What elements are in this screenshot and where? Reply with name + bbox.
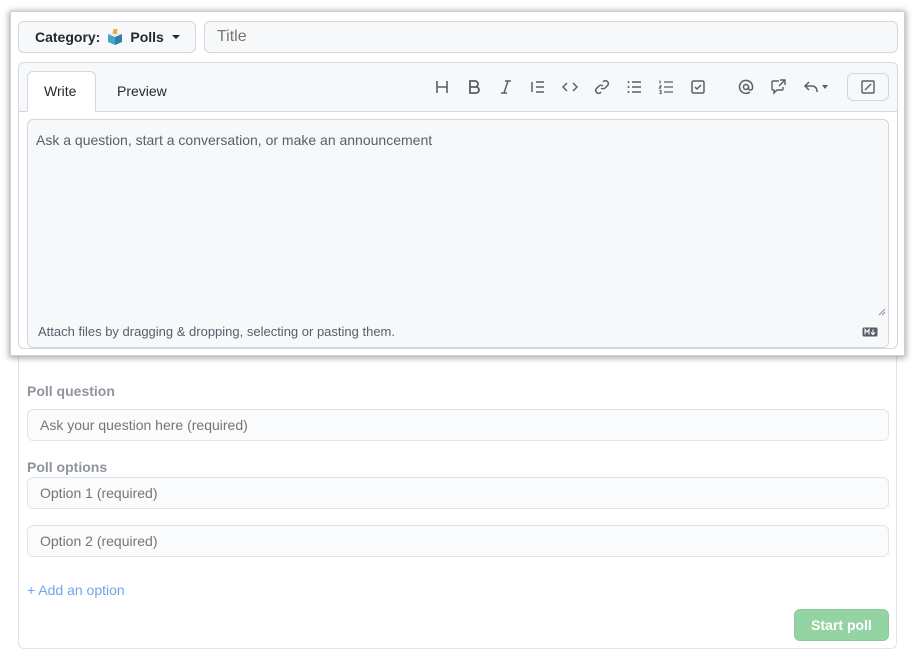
file-attach-bar[interactable]: Attach files by dragging & dropping, sel… [27,318,889,348]
poll-question-input[interactable] [27,409,889,441]
fullscreen-button[interactable] [847,73,889,101]
fullscreen-icon [861,80,875,94]
bold-icon[interactable] [462,75,486,99]
start-poll-button[interactable]: Start poll [794,609,889,641]
body-textarea[interactable]: Ask a question, start a conversation, or… [27,119,889,319]
numbered-list-icon[interactable] [654,75,678,99]
tab-preview[interactable]: Preview [101,71,183,111]
markdown-icon [862,327,878,337]
category-select-button[interactable]: Category: Polls [18,21,196,53]
cross-reference-icon[interactable] [766,75,790,99]
poll-question-label: Poll question [27,383,115,399]
poll-option-1-input[interactable] [27,477,889,509]
task-list-icon[interactable] [686,75,710,99]
quote-icon[interactable] [526,75,550,99]
title-input[interactable] [204,21,898,53]
bulleted-list-icon[interactable] [622,75,646,99]
italic-icon[interactable] [494,75,518,99]
poll-options-label: Poll options [27,459,108,475]
body-placeholder: Ask a question, start a conversation, or… [36,132,433,148]
add-option-link[interactable]: + Add an option [27,582,125,598]
chevron-down-icon [171,35,180,39]
saved-reply-icon[interactable] [798,75,832,99]
markdown-editor: Write Preview Ask a question, start a co… [18,62,898,349]
chevron-down-icon [821,85,828,89]
category-prefix: Category: [35,29,101,45]
mention-icon[interactable] [734,75,758,99]
tab-write[interactable]: Write [27,71,96,112]
resize-handle-icon[interactable] [878,308,886,316]
ballot-box-icon [106,28,124,46]
poll-option-2-input[interactable] [27,525,889,557]
attach-text: Attach files by dragging & dropping, sel… [38,324,395,339]
category-value: Polls [130,29,164,45]
heading-icon[interactable] [430,75,454,99]
editor-header: Write Preview [19,63,897,112]
link-icon[interactable] [590,75,614,99]
code-icon[interactable] [558,75,582,99]
